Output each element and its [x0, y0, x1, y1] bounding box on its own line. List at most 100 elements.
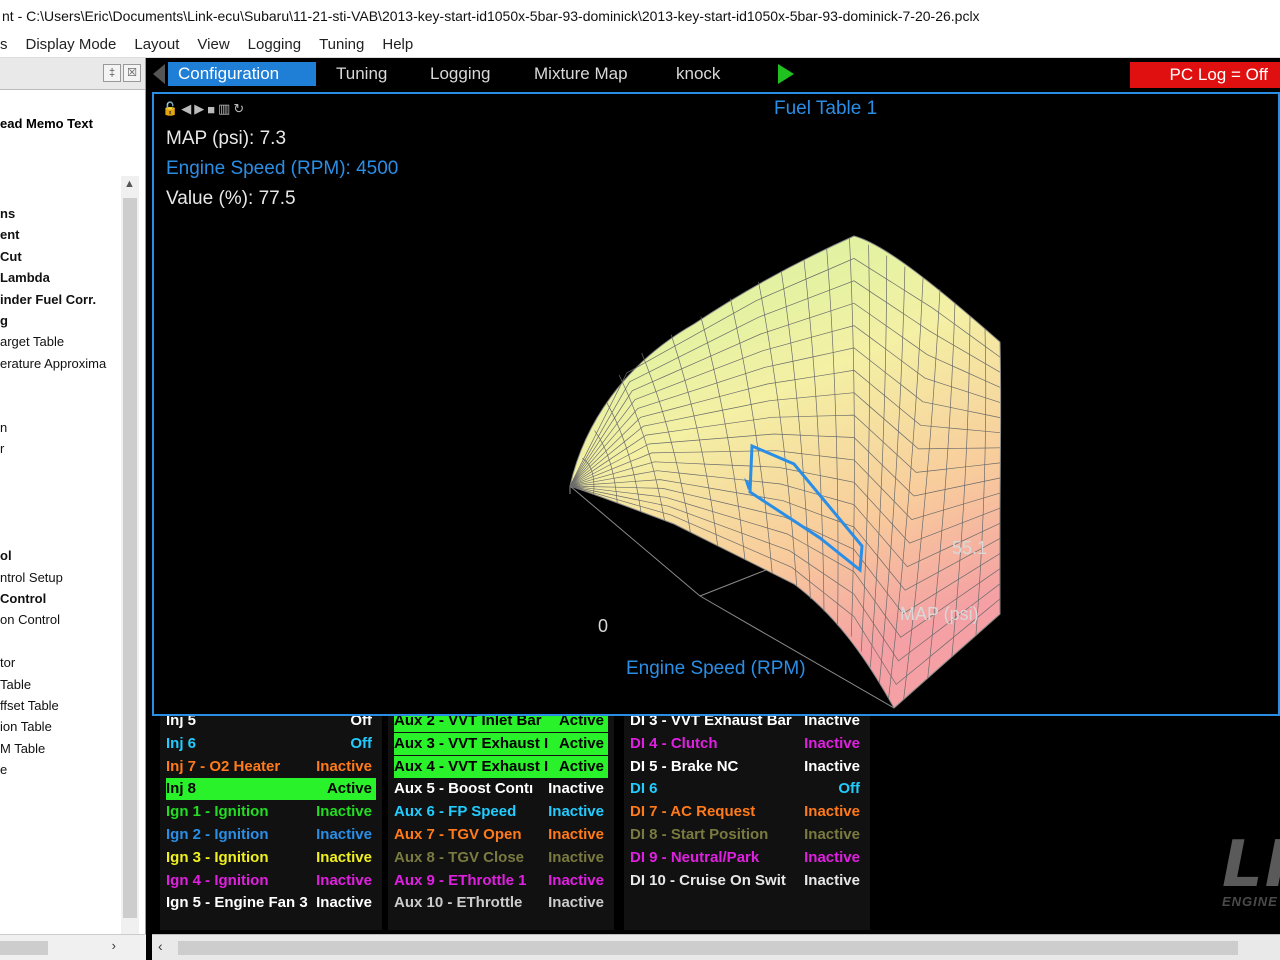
status-name: Inj 6 [166, 734, 197, 752]
menu-item-logging[interactable]: Logging [248, 36, 301, 53]
menu-bar: s Display Mode Layout View Logging Tunin… [0, 32, 1280, 58]
tab-scroll-left-icon[interactable] [153, 64, 165, 84]
tree-item[interactable] [0, 396, 120, 417]
menu-item-file[interactable]: s [0, 36, 8, 53]
y-axis-max-label: 55.1 [952, 538, 987, 558]
status-name: Aux 9 - EThrottle 1 [394, 871, 527, 889]
tree-item[interactable]: ion Table [0, 716, 120, 737]
tree-item[interactable]: r [0, 438, 120, 459]
tree-item[interactable]: e [0, 759, 120, 780]
status-state: Inactive [548, 826, 604, 843]
status-row: Inj 6 Off [166, 733, 376, 755]
scroll-thumb[interactable] [123, 198, 137, 918]
status-state: Inactive [804, 826, 860, 843]
main-horizontal-scrollbar[interactable]: ‹ [152, 934, 1280, 960]
logo-subtitle: ENGINE MANAGEME [1222, 894, 1280, 909]
menu-item-help[interactable]: Help [382, 36, 413, 53]
status-state: Inactive [804, 757, 860, 775]
tree-item[interactable]: erature Approxima [0, 353, 120, 374]
tree-item[interactable] [0, 502, 120, 523]
tree-item[interactable] [0, 481, 120, 502]
status-row: Inj 7 - O2 Heater Inactive [166, 756, 376, 778]
status-row: Aux 6 - FP Speed Inactive [394, 801, 608, 823]
tab-mixture-map[interactable]: Mixture Map [524, 62, 638, 86]
tree-item[interactable]: ent [0, 224, 120, 245]
menu-item-tuning[interactable]: Tuning [319, 36, 364, 53]
status-state: Inactive [548, 848, 604, 866]
settings-tree-list: ns ent Cut Lambda inder Fuel Corr. g arget Tab… [0, 203, 120, 781]
status-name: Ign 1 - Ignition [166, 803, 269, 821]
link-logo: LIN ENGINE MANAGEME [1042, 716, 1280, 930]
pin-icon[interactable]: ‡ [103, 64, 121, 82]
menu-item-view[interactable]: View [197, 36, 229, 53]
pc-log-status-button[interactable]: PC Log = Off [1130, 62, 1280, 88]
status-state: Inactive [316, 826, 372, 843]
status-row: Aux 3 - VVT Exhaust I Active [394, 732, 608, 755]
tree-item[interactable]: on Control [0, 609, 120, 630]
status-name: DI 9 - Neutral/Park [630, 848, 760, 866]
tree-item[interactable]: Lambda [0, 267, 120, 288]
status-row: Inj 5 Off [166, 716, 376, 732]
tab-logging[interactable]: Logging [420, 62, 501, 86]
status-name: DI 8 - Start Position [630, 826, 769, 843]
tree-item[interactable] [0, 460, 120, 481]
tree-item[interactable] [0, 374, 120, 395]
status-row: DI 4 - Clutch Inactive [630, 733, 864, 755]
status-name: Ign 3 - Ignition [166, 848, 269, 866]
y-axis-title: MAP (psi) [900, 604, 979, 624]
tree-vertical-scrollbar[interactable]: ▲ ▼ [121, 176, 139, 934]
status-state: Inactive [316, 803, 372, 821]
status-name: Ign 4 - Ignition [166, 871, 269, 889]
status-name: Aux 2 - VVT Inlet Bar [394, 716, 542, 729]
tree-item[interactable]: arget Table [0, 331, 120, 352]
status-name: Aux 5 - Boost Contı [394, 780, 534, 798]
status-row: DI 6 Off [630, 778, 864, 800]
tree-item[interactable]: tor [0, 652, 120, 673]
h-scroll-thumb[interactable] [0, 941, 48, 955]
status-name: DI 6 [630, 780, 658, 798]
tree-item[interactable] [0, 631, 120, 652]
fuel-surface-plot[interactable]: 55.1 MAP (psi) 0 Engine Speed (RPM) [154, 94, 1278, 714]
tab-strip: Configuration Tuning Logging Mixture Map… [150, 58, 1280, 90]
tree-item[interactable]: Table [0, 674, 120, 695]
close-panel-icon[interactable]: ☒ [123, 64, 141, 82]
menu-item-layout[interactable]: Layout [134, 36, 179, 53]
status-row: Aux 2 - VVT Inlet Bar Active [394, 716, 608, 732]
tree-item[interactable] [0, 524, 120, 545]
tree-item[interactable]: ntrol Setup [0, 567, 120, 588]
tab-configuration[interactable]: Configuration [168, 62, 316, 86]
io-status-area: Inj 5 Off Inj 6 Off Inj 7 - O2 Heater Inactiv… [152, 716, 1280, 934]
status-name: Aux 8 - TGV Close [394, 848, 525, 866]
status-row: Aux 8 - TGV Close Inactive [394, 847, 608, 869]
tree-item[interactable]: n [0, 417, 120, 438]
tab-knock[interactable]: knock [666, 62, 730, 86]
tab-tuning[interactable]: Tuning [326, 62, 397, 86]
status-state: Inactive [316, 848, 372, 866]
tree-item[interactable]: ffset Table [0, 695, 120, 716]
tree-item[interactable]: g [0, 310, 120, 331]
tree-item[interactable]: Control [0, 588, 120, 609]
tree-item[interactable]: ol [0, 545, 120, 566]
scroll-up-icon[interactable]: ▲ [124, 178, 135, 190]
status-row: Ign 2 - Ignition Inactive [166, 824, 376, 846]
status-row: DI 9 - Neutral/Park Inactive [630, 847, 864, 869]
tree-item[interactable]: inder Fuel Corr. [0, 289, 120, 310]
play-icon[interactable] [778, 64, 794, 84]
tree-item[interactable]: Cut [0, 246, 120, 267]
status-state: Inactive [804, 803, 860, 821]
status-state: Off [350, 716, 372, 729]
fuel-table-3d-view[interactable]: 🔓 ◀ ▶ ■ ▥ ↻ Fuel Table 1 MAP (psi): 7.3 … [152, 92, 1280, 716]
menu-item-display-mode[interactable]: Display Mode [26, 36, 117, 53]
tree-item[interactable]: M Table [0, 738, 120, 759]
status-row: Inj 8 Active [166, 778, 376, 801]
tree-item[interactable]: ns [0, 203, 120, 224]
status-state: Inactive [804, 734, 860, 752]
scroll-right-icon[interactable]: › [112, 938, 116, 953]
status-row: Aux 9 - EThrottle 1 Inactive [394, 870, 608, 892]
status-name: DI 10 - Cruise On Swit [630, 871, 786, 889]
status-row: DI 7 - AC Request Inactive [630, 801, 864, 823]
scroll-left-icon[interactable]: ‹ [158, 938, 163, 954]
main-h-scroll-thumb[interactable] [178, 941, 1238, 955]
tree-horizontal-scrollbar[interactable]: › [0, 934, 146, 960]
status-row: Ign 5 - Engine Fan 3 Inactive [166, 892, 376, 914]
